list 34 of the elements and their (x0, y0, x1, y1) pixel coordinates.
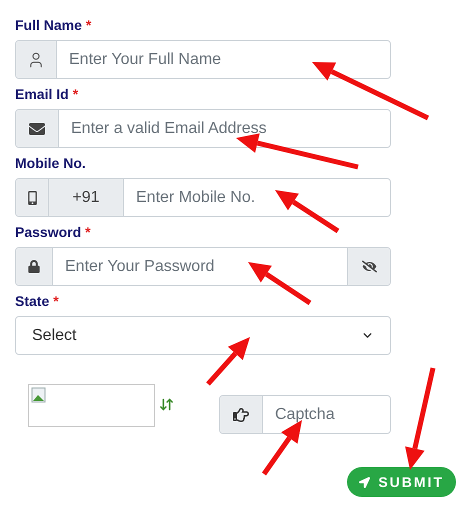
toggle-visibility-button[interactable] (347, 248, 390, 285)
pointing-hand-icon (233, 406, 249, 422)
lock-icon (28, 260, 40, 273)
envelope-icon (29, 120, 45, 136)
required-mark: * (72, 85, 78, 104)
input-group[interactable]: Enter Your Full Name (15, 40, 391, 79)
arrow (248, 262, 312, 306)
field-label: Password (15, 223, 82, 242)
input-group[interactable]: Enter Your Password (15, 247, 391, 286)
refresh-icon[interactable] (159, 397, 174, 412)
input-group[interactable]: Captcha (219, 395, 391, 434)
field-label: Full Name (15, 16, 82, 35)
input-field[interactable]: Enter Mobile No. (124, 179, 390, 216)
arrow (206, 337, 250, 386)
required-mark: * (53, 292, 59, 311)
required-mark: * (85, 223, 91, 242)
field-label: Email Id (15, 85, 69, 104)
eye-slash-icon (362, 260, 376, 273)
field-label: Mobile No. (15, 154, 86, 173)
input-group[interactable]: +91 Enter Mobile No. (15, 178, 391, 217)
country-code: +91 (72, 188, 100, 208)
send-icon (359, 476, 370, 488)
user-icon (27, 50, 45, 68)
required-mark: * (86, 16, 92, 35)
select-field[interactable]: Select (15, 316, 391, 355)
arrow (275, 190, 340, 234)
broken-image-icon (31, 387, 47, 403)
phone-icon (26, 190, 38, 204)
input-field[interactable]: Enter Your Full Name (57, 41, 390, 78)
input-group[interactable]: Enter a valid Email Address (15, 109, 391, 148)
input-field[interactable]: Enter a valid Email Address (59, 110, 390, 147)
input-field[interactable]: Enter Your Password (53, 248, 347, 285)
input-field[interactable]: Captcha (263, 396, 390, 433)
field-label: State (15, 292, 50, 311)
